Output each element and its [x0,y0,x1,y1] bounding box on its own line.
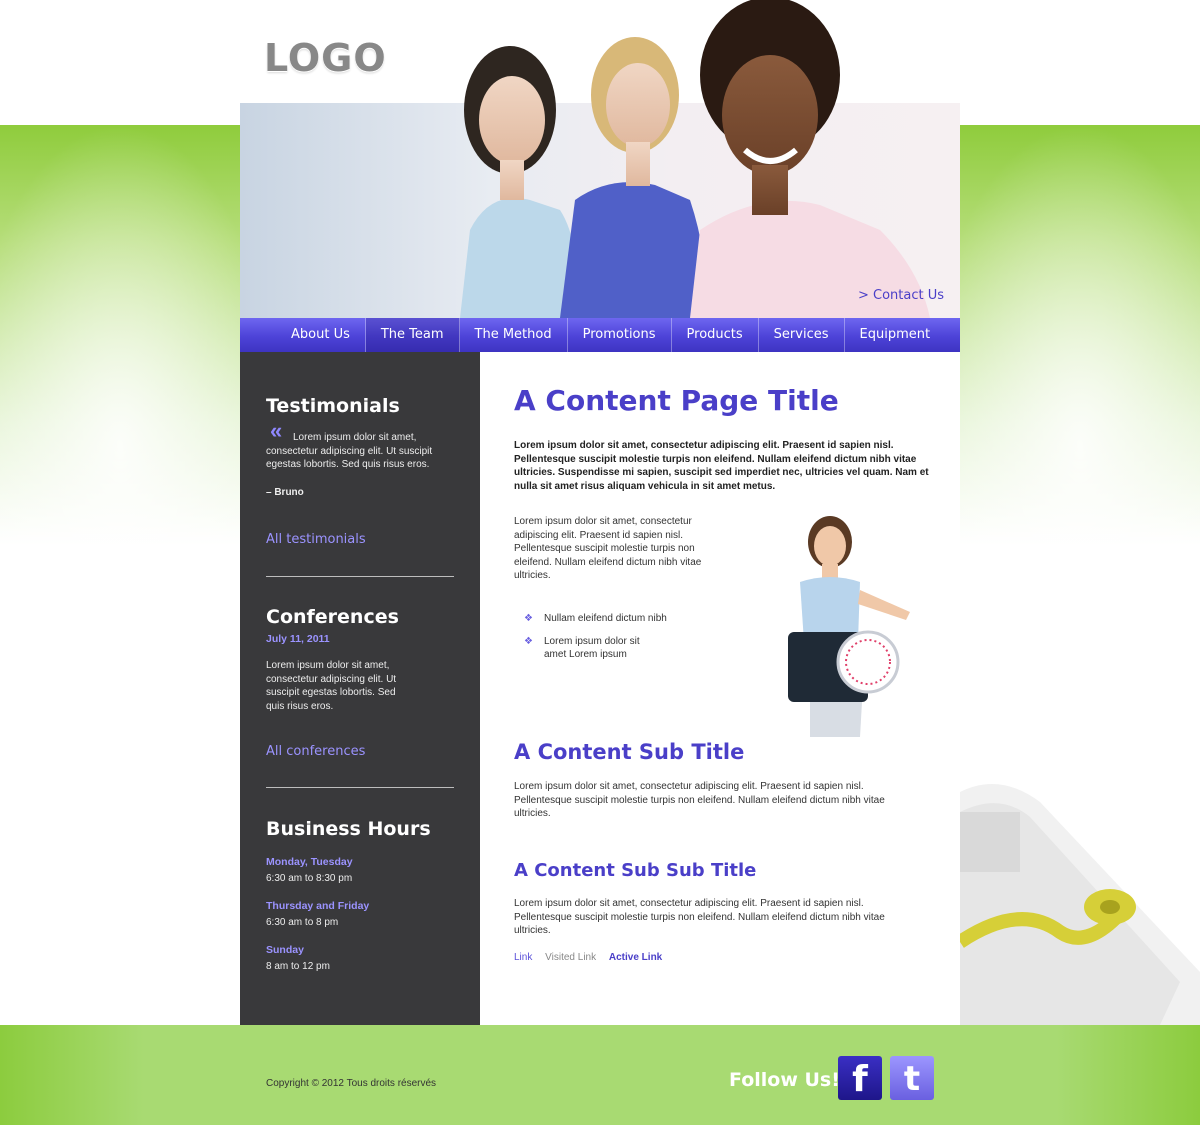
content-sub-title: A Content Sub Title [514,740,745,764]
conferences-title: Conferences [266,606,399,628]
footer: Copyright © 2012 Tous droits réservés Fo… [0,1025,1200,1125]
sub-paragraph: Lorem ipsum dolor sit amet, consectetur … [514,781,885,819]
nav-promotions[interactable]: Promotions [568,318,672,352]
hours-day: Monday, Tuesday [266,856,353,868]
diamond-bullet-icon: ❖ [524,635,533,647]
facebook-icon[interactable]: f [838,1056,882,1100]
follow-us-label: Follow Us! [729,1069,840,1091]
hero-people-image [460,0,930,318]
logo[interactable]: LOGO [264,36,387,80]
sample-link[interactable]: Link [514,952,532,963]
conference-text: Lorem ipsum dolor sit amet, consectetur … [266,660,397,712]
conference-date: July 11, 2011 [266,633,330,645]
sample-visited-link[interactable]: Visited Link [545,952,596,963]
sidebar-divider [266,787,454,788]
fitness-woman-image [788,516,910,737]
nav-the-team[interactable]: The Team [365,318,460,352]
intro-paragraph: Lorem ipsum dolor sit amet, consectetur … [514,440,929,492]
nav-services[interactable]: Services [759,318,845,352]
body-paragraph: Lorem ipsum dolor sit amet, consectetur … [514,516,702,581]
page-title: A Content Page Title [514,384,839,417]
content-sub-sub-title: A Content Sub Sub Title [514,860,757,881]
hours-day: Sunday [266,944,304,956]
testimonials-title: Testimonials [266,395,400,417]
testimonial-author: – Bruno [266,487,304,498]
all-testimonials-link[interactable]: All testimonials [266,532,366,547]
hours-time: 6:30 am to 8:30 pm [266,873,353,884]
subsub-paragraph: Lorem ipsum dolor sit amet, consectetur … [514,898,885,936]
hours-time: 8 am to 12 pm [266,961,330,972]
sample-active-link[interactable]: Active Link [609,952,662,963]
nav-about-us[interactable]: About Us [276,318,366,352]
diamond-bullet-icon: ❖ [524,613,533,624]
hours-time: 6:30 am to 8 pm [266,917,339,928]
main-nav: About Us The Team The Method Promotions … [240,318,960,352]
twitter-icon[interactable]: t [890,1056,934,1100]
sidebar-divider [266,576,454,577]
main-content: A Content Page Title Lorem ipsum dolor s… [480,352,960,1025]
testimonial-text: Lorem ipsum dolor sit amet, consectetur … [266,432,433,470]
all-conferences-link[interactable]: All conferences [266,744,365,759]
scale-tape-image [960,784,1200,1025]
list-item: ❖ Lorem ipsum dolor sit amet Lorem ipsum [524,635,640,661]
sidebar: Testimonials « Lorem ipsum dolor sit ame… [240,352,480,1025]
nav-products[interactable]: Products [672,318,759,352]
list-item: ❖ Nullam eleifend dictum nibh [524,613,667,624]
contact-us-link[interactable]: > Contact Us [858,288,944,303]
hours-day: Thursday and Friday [266,900,370,912]
link-samples: Link Visited Link Active Link [514,952,672,963]
nav-equipment[interactable]: Equipment [845,318,946,352]
business-hours-title: Business Hours [266,818,431,840]
nav-the-method[interactable]: The Method [460,318,568,352]
bullet-list: ❖ Nullam eleifend dictum nibh ❖ Lorem ip… [520,612,667,671]
copyright-text: Copyright © 2012 Tous droits réservés [266,1078,437,1089]
